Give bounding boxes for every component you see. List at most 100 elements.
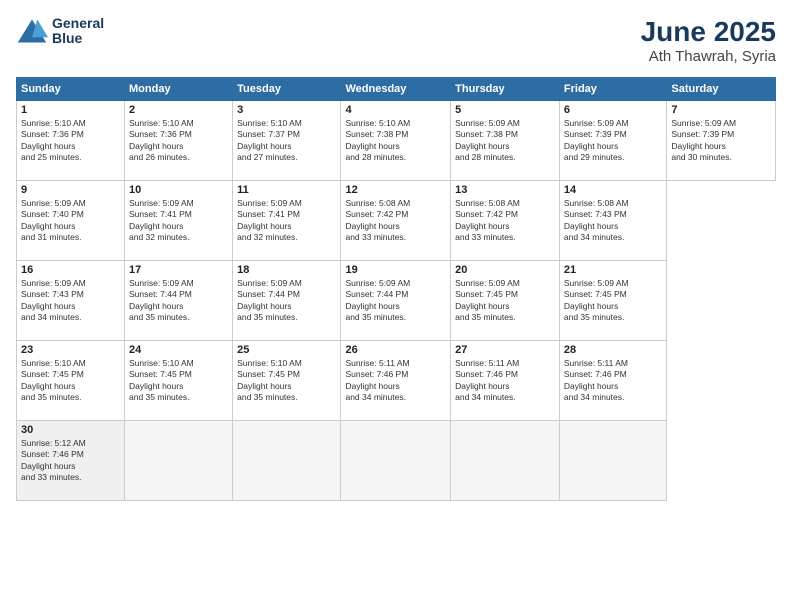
day-cell: 26 Sunrise: 5:11 AMSunset: 7:46 PMDayligh…	[341, 341, 451, 421]
day-info: Sunrise: 5:10 AMSunset: 7:37 PMDaylight …	[237, 118, 336, 164]
day-info: Sunrise: 5:09 AMSunset: 7:45 PMDaylight …	[455, 278, 555, 324]
calendar-title: June 2025	[641, 16, 776, 48]
logo-text: General Blue	[52, 16, 104, 47]
day-number: 25	[237, 344, 336, 356]
day-cell: 4 Sunrise: 5:10 AMSunset: 7:38 PMDaylight…	[341, 101, 451, 181]
day-info: Sunrise: 5:09 AMSunset: 7:44 PMDaylight …	[345, 278, 446, 324]
day-cell: 25 Sunrise: 5:10 AMSunset: 7:45 PMDayligh…	[233, 341, 341, 421]
calendar-subtitle: Ath Thawrah, Syria	[641, 48, 776, 65]
day-number: 18	[237, 264, 336, 276]
day-info: Sunrise: 5:09 AMSunset: 7:39 PMDaylight …	[671, 118, 771, 164]
day-cell: 13 Sunrise: 5:08 AMSunset: 7:42 PMDayligh…	[451, 181, 560, 261]
day-number: 5	[455, 104, 555, 116]
day-cell: 10 Sunrise: 5:09 AMSunset: 7:41 PMDayligh…	[125, 181, 233, 261]
day-cell: 7 Sunrise: 5:09 AMSunset: 7:39 PMDaylight…	[667, 101, 776, 181]
day-cell: 2Sunrise: 5:10 AMSunset: 7:36 PMDaylight…	[125, 101, 233, 181]
day-cell	[233, 421, 341, 501]
day-info: Sunrise: 5:09 AMSunset: 7:41 PMDaylight …	[237, 198, 336, 244]
day-number: 10	[129, 184, 228, 196]
day-cell	[125, 421, 233, 501]
logo: General Blue	[16, 16, 104, 47]
day-number: 6	[564, 104, 662, 116]
day-number: 9	[21, 184, 120, 196]
day-info: Sunrise: 5:12 AMSunset: 7:46 PMDaylight …	[21, 438, 120, 484]
day-number: 19	[345, 264, 446, 276]
day-cell: 17 Sunrise: 5:09 AMSunset: 7:44 PMDayligh…	[125, 261, 233, 341]
col-header-monday: Monday	[125, 78, 233, 101]
day-info: Sunrise: 5:10 AMSunset: 7:36 PMDaylight …	[129, 118, 228, 164]
day-cell: 11 Sunrise: 5:09 AMSunset: 7:41 PMDayligh…	[233, 181, 341, 261]
day-number: 30	[21, 424, 120, 436]
day-number: 3	[237, 104, 336, 116]
col-header-wednesday: Wednesday	[341, 78, 451, 101]
day-number: 7	[671, 104, 771, 116]
day-cell	[341, 421, 451, 501]
day-info: Sunrise: 5:09 AMSunset: 7:38 PMDaylight …	[455, 118, 555, 164]
day-number: 27	[455, 344, 555, 356]
day-info: Sunrise: 5:09 AMSunset: 7:39 PMDaylight …	[564, 118, 662, 164]
day-cell: 27Sunrise: 5:11 AMSunset: 7:46 PMDayligh…	[451, 341, 560, 421]
day-cell: 9 Sunrise: 5:09 AMSunset: 7:40 PMDaylight…	[17, 181, 125, 261]
day-info: Sunrise: 5:11 AMSunset: 7:46 PMDaylight …	[564, 358, 662, 404]
day-cell: 14 Sunrise: 5:08 AMSunset: 7:43 PMDayligh…	[559, 181, 666, 261]
day-cell: 1 Sunrise: 5:10 AMSunset: 7:36 PMDaylight…	[17, 101, 125, 181]
day-cell: 21 Sunrise: 5:09 AMSunset: 7:45 PMDayligh…	[559, 261, 666, 341]
day-number: 4	[345, 104, 446, 116]
header: General Blue June 2025 Ath Thawrah, Syri…	[16, 16, 776, 65]
week-row-3: 23 Sunrise: 5:10 AMSunset: 7:45 PMDayligh…	[17, 341, 776, 421]
day-info: Sunrise: 5:08 AMSunset: 7:42 PMDaylight …	[345, 198, 446, 244]
day-info: Sunrise: 5:08 AMSunset: 7:43 PMDaylight …	[564, 198, 662, 244]
col-header-tuesday: Tuesday	[233, 78, 341, 101]
day-info: Sunrise: 5:09 AMSunset: 7:41 PMDaylight …	[129, 198, 228, 244]
day-number: 24	[129, 344, 228, 356]
week-row-0: 1 Sunrise: 5:10 AMSunset: 7:36 PMDaylight…	[17, 101, 776, 181]
day-cell: 18 Sunrise: 5:09 AMSunset: 7:44 PMDayligh…	[233, 261, 341, 341]
day-info: Sunrise: 5:09 AMSunset: 7:44 PMDaylight …	[129, 278, 228, 324]
col-header-friday: Friday	[559, 78, 666, 101]
day-info: Sunrise: 5:10 AMSunset: 7:45 PMDaylight …	[21, 358, 120, 404]
day-cell: 6 Sunrise: 5:09 AMSunset: 7:39 PMDaylight…	[559, 101, 666, 181]
day-cell: 28 Sunrise: 5:11 AMSunset: 7:46 PMDayligh…	[559, 341, 666, 421]
day-cell	[451, 421, 560, 501]
day-number: 17	[129, 264, 228, 276]
day-cell: 16 Sunrise: 5:09 AMSunset: 7:43 PMDayligh…	[17, 261, 125, 341]
title-block: June 2025 Ath Thawrah, Syria	[641, 16, 776, 65]
day-info: Sunrise: 5:10 AMSunset: 7:45 PMDaylight …	[237, 358, 336, 404]
col-header-saturday: Saturday	[667, 78, 776, 101]
header-row: SundayMondayTuesdayWednesdayThursdayFrid…	[17, 78, 776, 101]
day-number: 1	[21, 104, 120, 116]
col-header-sunday: Sunday	[17, 78, 125, 101]
day-cell: 19 Sunrise: 5:09 AMSunset: 7:44 PMDayligh…	[341, 261, 451, 341]
day-number: 12	[345, 184, 446, 196]
day-cell: 12 Sunrise: 5:08 AMSunset: 7:42 PMDayligh…	[341, 181, 451, 261]
day-number: 14	[564, 184, 662, 196]
day-number: 20	[455, 264, 555, 276]
day-cell: 23 Sunrise: 5:10 AMSunset: 7:45 PMDayligh…	[17, 341, 125, 421]
day-info: Sunrise: 5:09 AMSunset: 7:43 PMDaylight …	[21, 278, 120, 324]
day-number: 26	[345, 344, 446, 356]
logo-line1: General	[52, 16, 104, 31]
day-info: Sunrise: 5:09 AMSunset: 7:40 PMDaylight …	[21, 198, 120, 244]
week-row-4: 30 Sunrise: 5:12 AMSunset: 7:46 PMDayligh…	[17, 421, 776, 501]
day-info: Sunrise: 5:10 AMSunset: 7:36 PMDaylight …	[21, 118, 120, 164]
day-number: 13	[455, 184, 555, 196]
day-number: 23	[21, 344, 120, 356]
day-info: Sunrise: 5:11 AMSunset: 7:46 PMDaylight …	[345, 358, 446, 404]
day-cell: 5 Sunrise: 5:09 AMSunset: 7:38 PMDaylight…	[451, 101, 560, 181]
day-cell: 24 Sunrise: 5:10 AMSunset: 7:45 PMDayligh…	[125, 341, 233, 421]
calendar-table: SundayMondayTuesdayWednesdayThursdayFrid…	[16, 77, 776, 501]
day-number: 11	[237, 184, 336, 196]
day-info: Sunrise: 5:09 AMSunset: 7:44 PMDaylight …	[237, 278, 336, 324]
day-info: Sunrise: 5:10 AMSunset: 7:38 PMDaylight …	[345, 118, 446, 164]
week-row-2: 16 Sunrise: 5:09 AMSunset: 7:43 PMDayligh…	[17, 261, 776, 341]
day-cell: 20 Sunrise: 5:09 AMSunset: 7:45 PMDayligh…	[451, 261, 560, 341]
day-number: 16	[21, 264, 120, 276]
day-cell: 3 Sunrise: 5:10 AMSunset: 7:37 PMDaylight…	[233, 101, 341, 181]
week-row-1: 9 Sunrise: 5:09 AMSunset: 7:40 PMDaylight…	[17, 181, 776, 261]
day-info: Sunrise: 5:09 AMSunset: 7:45 PMDaylight …	[564, 278, 662, 324]
page: General Blue June 2025 Ath Thawrah, Syri…	[0, 0, 792, 612]
day-number: 28	[564, 344, 662, 356]
day-number: 21	[564, 264, 662, 276]
day-info: Sunrise: 5:10 AMSunset: 7:45 PMDaylight …	[129, 358, 228, 404]
day-info: Sunrise: 5:08 AMSunset: 7:42 PMDaylight …	[455, 198, 555, 244]
